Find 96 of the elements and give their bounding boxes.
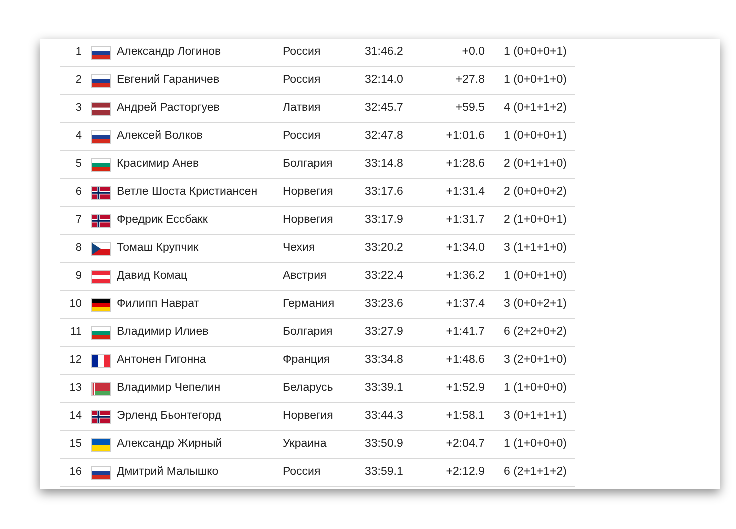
time-behind: +27.8 <box>454 72 485 88</box>
rank-text: 11 <box>70 325 82 340</box>
rank-text: 14 <box>68 409 82 424</box>
athlete-name: Александр Логинов <box>117 44 222 60</box>
time-behind: +2:12.9 <box>445 464 485 480</box>
time-text: 33:17.6 <box>365 184 404 200</box>
athlete-name: Ветле Шоста Кристиансен <box>117 184 259 200</box>
country-text: Россия <box>283 464 322 480</box>
athlete-name: Давид Комац <box>117 268 189 284</box>
rank-text: 16 <box>68 465 82 480</box>
country-text: Франция <box>283 352 332 368</box>
athlete-name: Александр Жирный <box>117 436 224 452</box>
country-text: Россия <box>283 44 322 60</box>
time-behind: +1:31.4 <box>445 184 485 200</box>
rank-text: 4 <box>74 129 82 144</box>
time-behind: +0.0 <box>461 44 485 60</box>
rank-text: 8 <box>74 241 82 256</box>
time-text: 33:34.8 <box>365 352 404 368</box>
country-text: Россия <box>283 72 322 88</box>
rank-text: 15 <box>68 437 82 452</box>
time-text: 33:44.3 <box>365 408 404 424</box>
athlete-name: Евгений Гараничев <box>117 72 221 88</box>
time-behind: +59.5 <box>454 100 485 116</box>
athlete-name: Владимир Илиев <box>117 324 210 340</box>
penalty-text: 4 (0+1+1+2) <box>504 100 567 116</box>
rank-text: 3 <box>74 101 82 116</box>
time-behind: +1:31.7 <box>445 212 485 228</box>
rank-text: 10 <box>68 297 82 312</box>
penalty-text: 3 (0+1+1+1) <box>504 408 567 424</box>
country-text: Россия <box>283 128 322 144</box>
athlete-name: Филипп Наврат <box>117 296 201 312</box>
penalty-text: 1 (0+0+0+1) <box>504 128 567 144</box>
rank-text: 5 <box>74 157 82 172</box>
country-text: Чехия <box>283 240 316 256</box>
athlete-name: Фредрик Ессбакк <box>117 212 209 228</box>
athlete-name: Эрленд Бьонтегорд <box>117 408 223 424</box>
penalty-text: 1 (1+0+0+0) <box>504 380 567 396</box>
time-behind: +1:58.1 <box>445 408 485 424</box>
time-text: 31:46.2 <box>365 44 404 60</box>
time-text: 33:39.1 <box>365 380 404 396</box>
penalty-text: 6 (2+1+1+2) <box>504 464 567 480</box>
penalty-text: 3 (2+0+1+0) <box>504 352 567 368</box>
athlete-name: Алексей Волков <box>117 128 204 144</box>
time-text: 33:17.9 <box>365 212 404 228</box>
penalty-text: 2 (0+0+0+2) <box>504 184 567 200</box>
country-text: Беларусь <box>283 380 334 396</box>
penalty-text: 1 (0+0+1+0) <box>504 268 567 284</box>
time-behind: +1:52.9 <box>445 380 485 396</box>
athlete-name: Владимир Чепелин <box>117 380 222 396</box>
athlete-name: Дмитрий Малышко <box>117 464 220 480</box>
rank-text: 12 <box>68 353 82 368</box>
country-text: Норвегия <box>283 408 334 424</box>
time-text: 33:27.9 <box>365 324 404 340</box>
rank-text: 9 <box>74 269 82 284</box>
time-behind: +2:04.7 <box>445 436 485 452</box>
rank-text: 6 <box>74 185 82 200</box>
country-text: Латвия <box>283 100 322 116</box>
country-text: Норвегия <box>283 212 334 228</box>
penalty-text: 6 (2+2+0+2) <box>504 324 567 340</box>
country-text: Германия <box>283 296 336 312</box>
rank-text: 7 <box>74 213 82 228</box>
country-text: Украина <box>283 436 328 452</box>
athlete-name: Антонен Гигонна <box>117 352 208 368</box>
time-text: 33:20.2 <box>365 240 404 256</box>
time-text: 33:50.9 <box>365 436 404 452</box>
time-text: 33:14.8 <box>365 156 404 172</box>
time-text: 33:59.1 <box>365 464 404 480</box>
rank-text: 2 <box>74 73 82 88</box>
country-text: Болгария <box>283 156 334 172</box>
time-behind: +1:36.2 <box>445 268 485 284</box>
athlete-name: Томаш Крупчик <box>117 240 200 256</box>
time-behind: +1:34.0 <box>445 240 485 256</box>
time-text: 32:14.0 <box>365 72 404 88</box>
time-behind: +1:28.6 <box>445 156 485 172</box>
penalty-text: 3 (0+0+2+1) <box>504 296 567 312</box>
rank-text: 13 <box>68 381 82 396</box>
penalty-text: 2 (1+0+0+1) <box>504 212 567 228</box>
country-text: Австрия <box>283 268 328 284</box>
athlete-name: Андрей Расторгуев <box>117 100 221 116</box>
time-behind: +1:01.6 <box>445 128 485 144</box>
time-behind: +1:48.6 <box>445 352 485 368</box>
penalty-text: 3 (1+1+1+0) <box>504 240 567 256</box>
penalty-text: 2 (0+1+1+0) <box>504 156 567 172</box>
time-behind: +1:37.4 <box>445 296 485 312</box>
penalty-text: 1 (0+0+0+1) <box>504 44 567 60</box>
time-behind: +1:41.7 <box>445 324 485 340</box>
penalty-text: 1 (1+0+0+0) <box>504 436 567 452</box>
penalty-text: 1 (0+0+1+0) <box>504 72 567 88</box>
time-text: 32:45.7 <box>365 100 404 116</box>
time-text: 33:23.6 <box>365 296 404 312</box>
rank-text: 1 <box>74 45 82 60</box>
time-text: 33:22.4 <box>365 268 404 284</box>
country-text: Норвегия <box>283 184 334 200</box>
athlete-name: Красимир Анев <box>117 156 200 172</box>
time-text: 32:47.8 <box>365 128 404 144</box>
country-text: Болгария <box>283 324 334 340</box>
